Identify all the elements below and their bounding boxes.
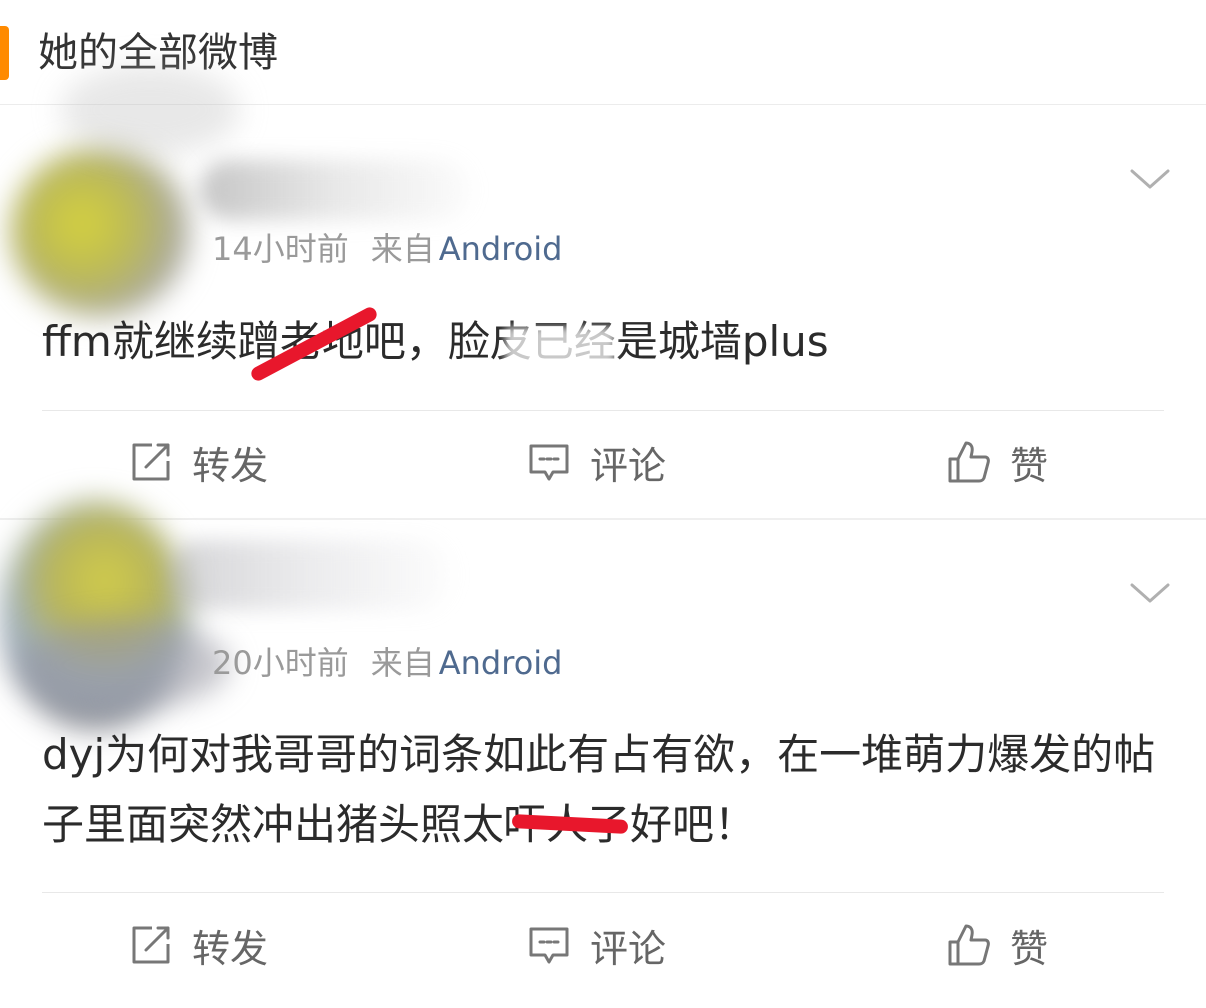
comment-icon bbox=[529, 927, 569, 964]
username[interactable] bbox=[170, 540, 450, 610]
like-label: 赞 bbox=[1010, 926, 1049, 971]
header-accent-bar bbox=[0, 26, 9, 80]
repost-label: 转发 bbox=[192, 443, 269, 488]
repost-icon bbox=[132, 443, 170, 481]
source-label: 来自 bbox=[370, 644, 435, 682]
chevron-down-icon[interactable] bbox=[1130, 582, 1170, 604]
comment-label: 评论 bbox=[590, 443, 667, 488]
source-link[interactable]: Android bbox=[439, 230, 563, 268]
comment-button[interactable]: 评论 bbox=[526, 920, 667, 971]
like-label: 赞 bbox=[1010, 443, 1049, 488]
avatar[interactable] bbox=[10, 147, 190, 317]
like-button[interactable]: 赞 bbox=[946, 437, 1049, 488]
feed-card[interactable]: 20小时前 来自 Android dyj为何对我哥哥的词条如此有占有欲，在一堆萌力爆… bbox=[0, 500, 1206, 1006]
avatar-blur-overflow bbox=[20, 620, 230, 710]
thumbs-up-icon bbox=[948, 441, 990, 483]
repost-button[interactable]: 转发 bbox=[128, 920, 269, 971]
comment-button[interactable]: 评论 bbox=[526, 437, 667, 488]
post-time: 20小时前 bbox=[212, 644, 349, 682]
chevron-down-icon[interactable] bbox=[1130, 168, 1170, 190]
source-label: 来自 bbox=[370, 230, 435, 268]
action-bar-divider bbox=[42, 892, 1164, 893]
repost-button[interactable]: 转发 bbox=[128, 437, 269, 488]
post-time: 14小时前 bbox=[212, 230, 349, 268]
source-link[interactable]: Android bbox=[439, 644, 563, 682]
post-meta: 14小时前 来自 Android bbox=[212, 229, 562, 269]
comment-label: 评论 bbox=[590, 926, 667, 971]
thumbs-up-icon bbox=[948, 924, 990, 966]
like-button[interactable]: 赞 bbox=[946, 920, 1049, 971]
username[interactable] bbox=[200, 160, 470, 220]
comment-icon bbox=[529, 444, 569, 481]
repost-icon bbox=[132, 926, 170, 964]
post-text[interactable]: dyj为何对我哥哥的词条如此有占有欲，在一堆萌力爆发的帖子里面突然冲出猪头照太吓… bbox=[42, 720, 1172, 860]
censor-blur bbox=[505, 327, 615, 367]
post-meta: 20小时前 来自 Android bbox=[212, 643, 562, 683]
action-bar-divider bbox=[42, 410, 1164, 411]
feed-card[interactable]: 14小时前 来自 Android ffm就继续蹭老地吧，脸皮已经是城墙plus 转发… bbox=[0, 65, 1206, 518]
repost-label: 转发 bbox=[192, 926, 269, 971]
avatar-blur-overflow bbox=[60, 65, 240, 155]
